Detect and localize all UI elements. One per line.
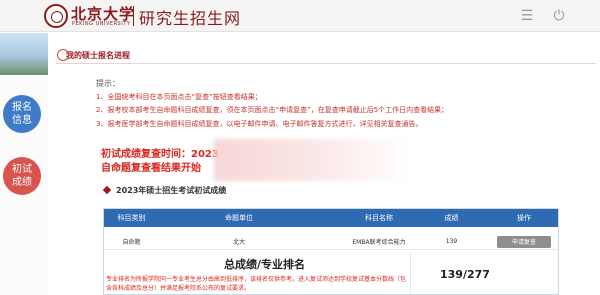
progress-icon — [57, 49, 69, 61]
column-header: 命题单位 — [225, 214, 253, 222]
tip-item: 3、报考医学部考生自命题科目成绩复查，以电子邮件申请、电子邮件答复方式进行，详见… — [96, 120, 423, 128]
section-title: 我的硕士报名进程 — [57, 49, 130, 61]
main-content: 我的硕士报名进程 提示： 1、全国统考科目在本页面点击“复查”按钮查看结果； 2… — [56, 33, 600, 295]
recheck-time-notice: 初试成绩复查时间：2023 — [101, 149, 219, 160]
column-header: 成绩 — [444, 214, 459, 222]
section-divider — [56, 63, 596, 64]
sidebar-item-preliminary-scores[interactable]: 初试 成绩 — [3, 157, 41, 195]
table-row: 自命题 北大 EMBA联考综合能力 139 申请复查 — [104, 234, 558, 250]
site-name: 研究生招生网 — [139, 9, 242, 28]
tip-item: 1、全国统考科目在本页面点击“复查”按钮查看结果； — [96, 93, 262, 101]
logo-divider — [133, 6, 134, 26]
column-header: 操作 — [517, 214, 531, 222]
score-table: 科目类别 命题单位 科目名称 成绩 操作 自命题 北大 EMBA联考综合能力 1… — [103, 208, 559, 295]
power-icon[interactable]: ⏻ — [549, 6, 569, 26]
total-score-value: 139/277 — [440, 268, 490, 281]
recheck-result-notice: 自命题复查看结果开始 — [101, 163, 201, 174]
subject-category: 自命题 — [122, 239, 141, 246]
question-unit: 北大 — [232, 239, 245, 246]
action-cell: 申请复查 — [484, 234, 564, 249]
ranking-note: 专业排名为所报学院同一专业考生总分由高到低排序，该排名仅供参考。进入复试须达到学… — [106, 276, 407, 292]
tip-item: 2、报考校本部考生自命题科目成绩复查，须在本页面点击“申请复查”，在复查申请截止… — [96, 106, 449, 114]
apply-recheck-button[interactable]: 申请复查 — [497, 235, 551, 248]
menu-icon[interactable]: ☰ — [517, 6, 537, 26]
university-seal-icon — [44, 4, 68, 28]
results-heading: 2023年硕士招生考试初试成绩 — [116, 186, 227, 195]
sidebar-item-registration-info[interactable]: 报名 信息 — [3, 95, 41, 133]
column-header: 科目类别 — [117, 214, 146, 222]
university-logo-english: PEKING UNIVERSITY — [72, 21, 131, 27]
total-score-label: 总成绩/专业排名 — [224, 258, 306, 271]
table-header: 科目类别 命题单位 科目名称 成绩 操作 — [104, 209, 558, 227]
sidebar-item-label: 报名 信息 — [12, 102, 32, 126]
column-divider — [410, 253, 411, 294]
tips-label: 提示： — [96, 79, 120, 88]
subject-score: 139 — [445, 238, 458, 245]
redaction-blur — [214, 139, 410, 181]
campus-banner-image — [0, 33, 48, 75]
sidebar-item-label: 初试 成绩 — [12, 164, 32, 188]
site-header: 北京大学 PEKING UNIVERSITY 研究生招生网 ☰ ⏻ — [0, 0, 600, 32]
left-sidebar: 报名 信息 初试 成绩 — [0, 33, 48, 295]
